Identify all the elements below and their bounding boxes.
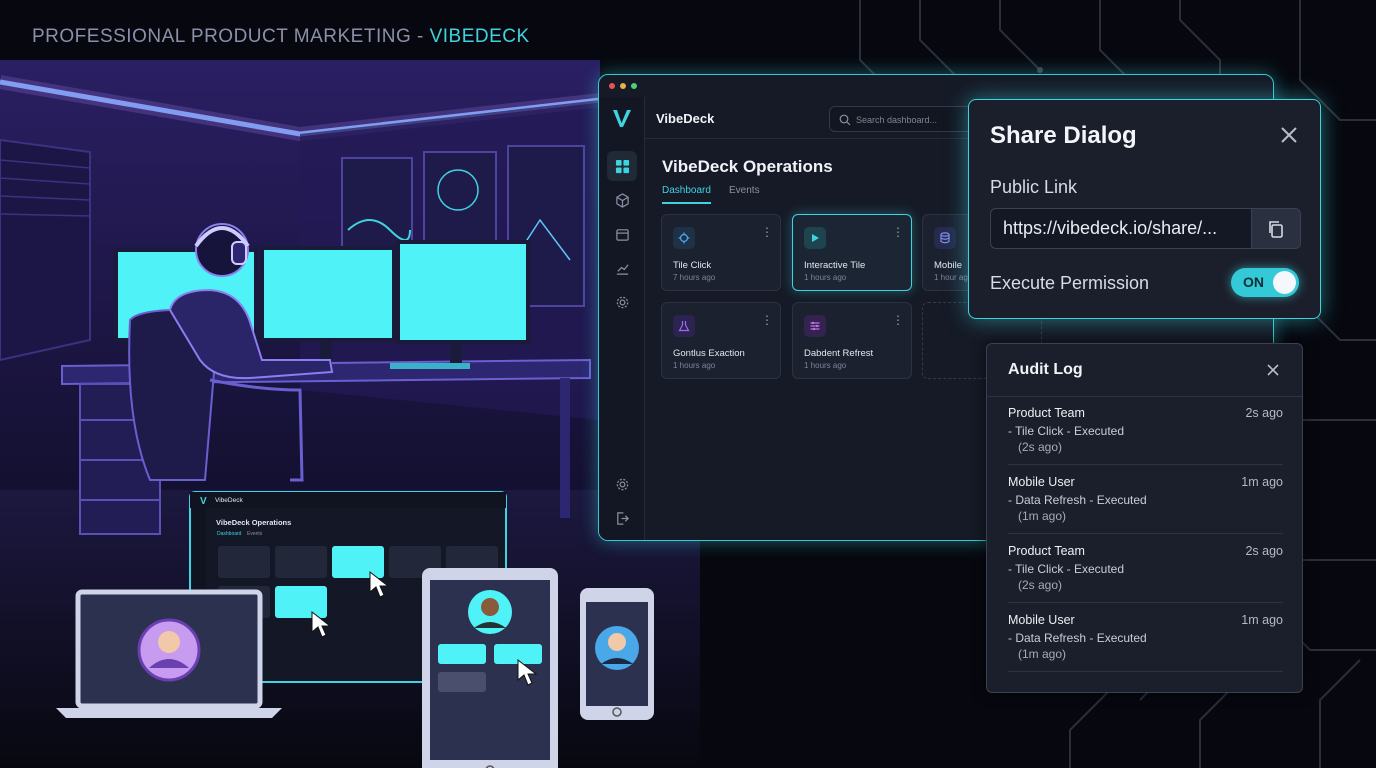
tile-card[interactable]: ⋮ Dabdent Refrest 1 hours ago	[792, 302, 912, 379]
tile-name: Interactive Tile	[804, 260, 866, 271]
log-time: 2s ago	[1245, 406, 1283, 420]
gear-icon	[616, 296, 628, 308]
developer-workspace-illustration: V	[0, 60, 700, 768]
phone-device	[580, 588, 654, 720]
log-time: 1m ago	[1241, 613, 1283, 627]
cube-icon	[615, 192, 629, 208]
public-link-field	[990, 208, 1301, 249]
audit-log-panel: Audit Log Product Team 2s ago - Tile Cli…	[986, 343, 1303, 693]
log-action: - Data Refresh - Executed	[1008, 631, 1147, 645]
nav-settings-button[interactable]	[607, 287, 637, 317]
tab-events[interactable]: Events	[729, 185, 760, 202]
public-link-input[interactable]	[991, 209, 1251, 248]
tablet-device	[422, 568, 558, 768]
tile-card-interactive[interactable]: ⋮ Interactive Tile 1 hours ago	[792, 214, 912, 291]
log-user: Product Team	[1008, 544, 1085, 558]
toggle-state-label: ON	[1243, 274, 1264, 290]
toggle-knob	[1273, 271, 1296, 294]
audit-log-title: Audit Log	[1008, 361, 1083, 378]
tile-name: Dabdent Refrest	[804, 348, 874, 359]
audit-log-entry: Mobile User 1m ago - Data Refresh - Exec…	[1008, 465, 1283, 534]
log-action: - Tile Click - Executed	[1008, 562, 1125, 576]
app-name: VibeDeck	[656, 111, 715, 126]
window-minimize-dot[interactable]	[620, 83, 626, 89]
close-icon[interactable]	[1266, 363, 1280, 377]
headline-brand: VIBEDECK	[429, 26, 530, 47]
tile-name: Mobile	[934, 260, 962, 271]
sliders-icon	[804, 315, 826, 337]
more-vertical-icon[interactable]: ⋮	[892, 313, 904, 327]
audit-log-entry: Product Team 2s ago - Tile Click - Execu…	[1008, 534, 1283, 603]
tile-time: 1 hours ago	[804, 273, 847, 282]
log-detail: (1m ago)	[1018, 509, 1067, 523]
log-detail: (2s ago)	[1018, 578, 1063, 592]
audit-log-entry: Product Team 2s ago - Tile Click - Execu…	[1008, 396, 1283, 465]
log-detail: (2s ago)	[1018, 440, 1063, 454]
log-user: Product Team	[1008, 406, 1085, 420]
tile-time: 1 hours ago	[673, 361, 716, 370]
page-headline: PROFESSIONAL PRODUCT MARKETING - VIBEDEC…	[32, 26, 530, 48]
chart-icon	[616, 263, 629, 275]
more-vertical-icon[interactable]: ⋮	[761, 225, 773, 239]
logout-icon	[616, 511, 629, 525]
nav-calendar-button[interactable]	[607, 219, 637, 249]
tile-time: 1 hours ago	[804, 361, 847, 370]
more-vertical-icon[interactable]: ⋮	[892, 225, 904, 239]
tile-name: Tile Click	[673, 260, 712, 271]
crosshair-icon	[673, 227, 695, 249]
close-icon[interactable]	[1278, 124, 1300, 146]
search-input[interactable]	[856, 112, 974, 128]
calendar-icon	[615, 228, 629, 241]
log-action: - Tile Click - Executed	[1008, 424, 1125, 438]
footer-settings-button[interactable]	[607, 469, 637, 499]
nav-tiles-button[interactable]	[607, 185, 637, 215]
svg-text:V: V	[200, 496, 207, 507]
log-detail: (1m ago)	[1018, 647, 1067, 661]
flask-icon	[673, 315, 695, 337]
mini-app-name: VibeDeck	[215, 497, 243, 504]
nav-dashboard-button[interactable]	[607, 151, 637, 181]
v-logo-icon[interactable]	[611, 107, 633, 129]
window-maximize-dot[interactable]	[631, 83, 637, 89]
log-user: Mobile User	[1008, 613, 1075, 627]
tile-card[interactable]: ⋮ Gontlus Exaction 1 hours ago	[661, 302, 781, 379]
tile-name: Gontlus Exaction	[673, 348, 745, 359]
copy-icon	[1269, 220, 1283, 238]
tile-time: 7 hours ago	[673, 273, 716, 282]
database-icon	[934, 227, 956, 249]
grid-icon	[615, 159, 629, 173]
window-titlebar	[599, 75, 1273, 97]
window-close-dot[interactable]	[609, 83, 615, 89]
log-time: 2s ago	[1245, 544, 1283, 558]
mini-page-title: VibeDeck Operations	[216, 518, 292, 527]
logout-button[interactable]	[607, 503, 637, 533]
log-action: - Data Refresh - Executed	[1008, 493, 1147, 507]
marketing-scene: PROFESSIONAL PRODUCT MARKETING - VIBEDEC…	[0, 0, 1376, 768]
play-icon	[804, 227, 826, 249]
more-vertical-icon[interactable]: ⋮	[761, 313, 773, 327]
tab-dashboard[interactable]: Dashboard	[662, 185, 711, 204]
headline-prefix: PROFESSIONAL PRODUCT MARKETING -	[32, 26, 430, 47]
execute-permission-toggle[interactable]: ON	[1231, 268, 1299, 297]
window-blinds	[0, 138, 91, 362]
copy-link-button[interactable]	[1251, 209, 1300, 248]
search-box[interactable]	[829, 106, 979, 132]
laptop-device	[56, 589, 282, 718]
search-icon	[839, 114, 851, 126]
side-navigation-rail	[599, 97, 645, 540]
audit-log-entry: Mobile User 1m ago - Data Refresh - Exec…	[1008, 603, 1283, 672]
execute-permission-label: Execute Permission	[990, 273, 1150, 293]
mini-tab-events: Events	[247, 531, 263, 537]
log-time: 1m ago	[1241, 475, 1283, 489]
share-dialog-title: Share Dialog	[990, 122, 1137, 149]
share-dialog: Share Dialog Public Link Execute Permiss…	[968, 99, 1321, 319]
page-title: VibeDeck Operations	[662, 157, 833, 176]
log-user: Mobile User	[1008, 475, 1075, 489]
public-link-label: Public Link	[990, 177, 1078, 197]
settings-icon	[616, 478, 628, 490]
tile-card[interactable]: ⋮ Tile Click 7 hours ago	[661, 214, 781, 291]
mini-tab-dashboard: Dashboard	[217, 531, 242, 537]
nav-analytics-button[interactable]	[607, 253, 637, 283]
tile-time: 1 hour ago	[934, 273, 973, 282]
